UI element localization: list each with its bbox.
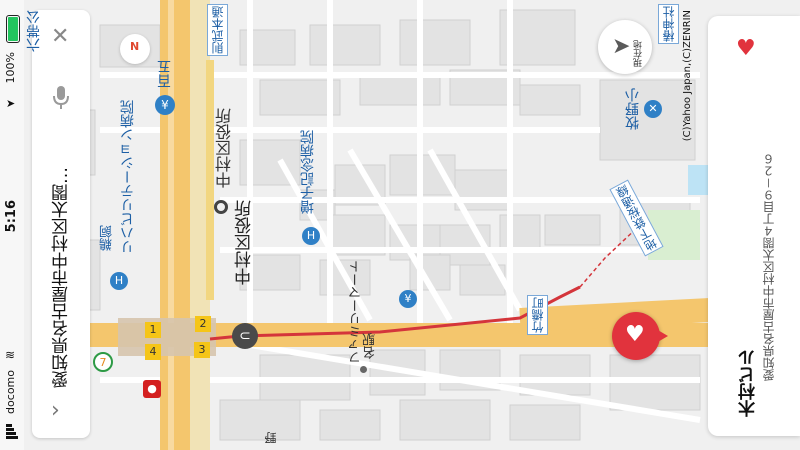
place-address: 愛知県名古屋市中村区太閤４丁目９－２６ (762, 153, 776, 382)
road-sign-seiki: 則武本通 (207, 4, 228, 56)
poi-label-makino: 牧野小 (625, 88, 641, 130)
close-icon[interactable]: ✕ (51, 26, 69, 48)
current-location-label: 現在地 (634, 40, 644, 67)
battery-percent: 100% (4, 52, 17, 84)
poi-label-rehab: リハビリテーション病院 (120, 100, 136, 254)
station-exit-1[interactable]: 1 (145, 322, 161, 338)
search-bar[interactable]: ✕ 愛知県名古屋市中村区太閤… › (32, 10, 90, 438)
bank-icon[interactable]: ¥ (399, 290, 417, 308)
station-name-label: 中村区役所 (235, 200, 255, 285)
status-bar: docomo ≋ 5:16 ➤ 100% (0, 0, 24, 450)
poi-label-no: 野 (264, 432, 278, 444)
road-sign-tsubaki: 椿神社 (658, 4, 679, 44)
convenience-store-icon[interactable]: 7 (93, 352, 113, 372)
map-copyright: (C)Yahoo Japan,(C)ZENRIN (682, 10, 693, 142)
heart-icon: ♥ (625, 322, 645, 347)
compass-north-label: N (130, 40, 140, 53)
road-sign-chikutacho: 竹橋町 (527, 295, 548, 335)
station-exit-2[interactable]: 2 (195, 316, 211, 332)
hospital-icon[interactable]: H (110, 272, 128, 290)
location-arrow-icon: ➤ (612, 34, 631, 59)
heart-icon[interactable]: ♥ (736, 36, 756, 61)
poi-label-rokutai: 六帯公 (26, 10, 42, 52)
clock: 5:16 (4, 200, 19, 233)
poi-dot[interactable] (360, 366, 367, 373)
wifi-icon: ≋ (5, 348, 16, 362)
place-info-card[interactable]: ♥ 木村ビル 愛知県名古屋市中村区太閤４丁目９－２６ (708, 16, 800, 436)
poi-label-ward-office: 中村区役所 (215, 108, 234, 188)
location-arrow-icon: ➤ (6, 97, 16, 110)
poi-label-meieki: 名駅 (363, 333, 378, 359)
map-screen: docomo ≋ 5:16 ➤ 100% ✕ 愛知県名古屋市中村区太閤… › N… (0, 0, 800, 450)
hospital-icon[interactable]: H (302, 227, 320, 245)
government-office-icon[interactable] (214, 200, 228, 214)
current-location-button[interactable]: ➤ 現在地 (598, 20, 652, 74)
mic-icon[interactable] (51, 84, 71, 112)
poi-label-tsurukai: 鵜飼 (100, 225, 115, 251)
chevron-right-icon[interactable]: › (51, 398, 60, 423)
station-exit-3[interactable]: 3 (194, 342, 210, 358)
battery-icon (6, 15, 20, 43)
poi-label-hyakugo: 百五 (157, 60, 173, 88)
poi-label-hospital: 増子記念病院 (300, 130, 316, 214)
signal-icon (6, 422, 18, 442)
station-exit-4[interactable]: 4 (145, 344, 161, 360)
school-icon[interactable]: ✕ (644, 100, 662, 118)
carrier-label: docomo (4, 370, 17, 414)
subway-station-icon[interactable]: ⊂ (232, 323, 258, 349)
place-name: 木村ビル (739, 349, 759, 417)
bank-icon[interactable]: ¥ (155, 95, 175, 115)
search-input[interactable]: 愛知県名古屋市中村区太閤… (49, 128, 74, 388)
restaurant-icon[interactable]: ● (143, 380, 161, 398)
place-pin[interactable]: ♥ (612, 312, 668, 360)
compass-button[interactable]: N (120, 34, 150, 64)
